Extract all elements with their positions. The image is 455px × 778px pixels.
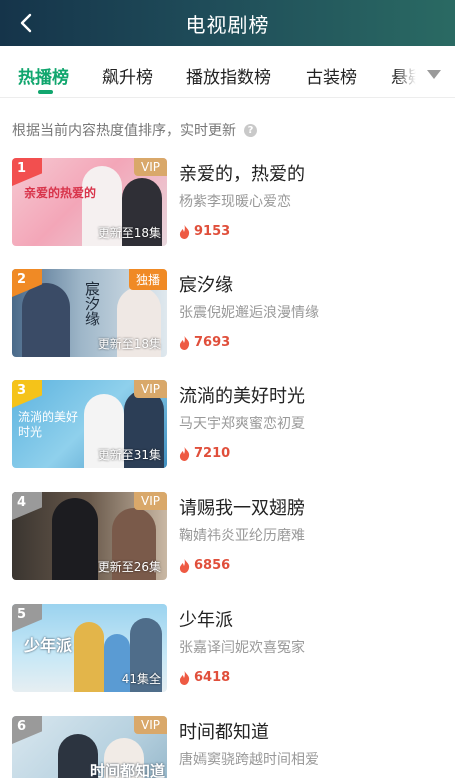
poster-title-art: 少年派 xyxy=(24,636,73,655)
top-bar: 电视剧榜 xyxy=(0,0,455,46)
tab-costume[interactable]: 古装榜 xyxy=(306,63,357,88)
rank-number: 3 xyxy=(17,383,27,398)
flame-icon xyxy=(179,224,190,239)
tab-rising[interactable]: 飙升榜 xyxy=(102,63,153,88)
rank-badge: 3 xyxy=(12,380,42,408)
show-description: 杨紫李现暖心爱恋 xyxy=(179,194,291,210)
poster-title-art: 亲爱的热爱的 xyxy=(24,186,97,200)
active-tab-indicator xyxy=(38,90,53,94)
tab-hot[interactable]: 热播榜 xyxy=(18,63,69,88)
show-title[interactable]: 流淌的美好时光 xyxy=(179,382,305,408)
rank-badge: 5 xyxy=(12,604,42,632)
flame-icon xyxy=(179,670,190,685)
episode-status: 更新至18集 xyxy=(97,226,161,240)
vip-badge: VIP xyxy=(134,716,167,734)
episode-status: 41集全 xyxy=(121,672,161,686)
flame-icon xyxy=(179,558,190,573)
poster-title-art: 流淌的美好时光 xyxy=(18,410,79,439)
rank-number: 2 xyxy=(17,272,27,287)
show-description: 马天宇郑爽蜜恋初夏 xyxy=(179,416,305,432)
chevron-down-icon[interactable] xyxy=(424,64,444,84)
list-item[interactable]: 少年派 5 41集全 少年派 张嘉译闫妮欢喜冤家 6418 xyxy=(12,604,443,694)
poster-title-art: 时间都知道 xyxy=(90,762,166,778)
heat-score: 6418 xyxy=(179,670,230,685)
list-item[interactable]: 宸汐缘 2 独播 更新至18集 宸汐缘 张震倪妮邂逅浪漫情缘 7693 xyxy=(12,269,443,359)
heat-score: 9153 xyxy=(179,224,230,239)
ranking-description: 根据当前内容热度值排序，实时更新 ? xyxy=(12,120,257,140)
show-title[interactable]: 亲爱的，热爱的 xyxy=(179,160,305,186)
vip-badge: VIP xyxy=(134,380,167,398)
list-item[interactable]: 亲爱的热爱的 1 VIP 更新至18集 亲爱的，热爱的 杨紫李现暖心爱恋 915… xyxy=(12,158,443,248)
show-title[interactable]: 时间都知道 xyxy=(179,718,269,744)
episode-status: 更新至26集 xyxy=(97,560,161,574)
back-icon[interactable] xyxy=(10,7,42,39)
rank-number: 1 xyxy=(17,161,27,176)
show-title[interactable]: 少年派 xyxy=(179,606,233,632)
flame-icon xyxy=(179,335,190,350)
show-title[interactable]: 请赐我一双翅膀 xyxy=(179,494,305,520)
episode-status: 更新至18集 xyxy=(97,337,161,351)
rank-number: 5 xyxy=(17,607,27,622)
exclusive-badge: 独播 xyxy=(128,269,167,290)
heat-value: 6418 xyxy=(194,670,231,685)
category-tabs: 热播榜 飙升榜 播放指数榜 古装榜 悬疑 xyxy=(0,46,455,98)
heat-value: 7693 xyxy=(194,335,231,350)
heat-score: 6856 xyxy=(179,558,230,573)
page-title: 电视剧榜 xyxy=(185,12,270,37)
ranking-description-text: 根据当前内容热度值排序，实时更新 xyxy=(12,123,236,139)
list-item[interactable]: 流淌的美好时光 3 VIP 更新至31集 流淌的美好时光 马天宇郑爽蜜恋初夏 7… xyxy=(12,380,443,470)
flame-icon xyxy=(179,446,190,461)
show-description: 张震倪妮邂逅浪漫情缘 xyxy=(179,305,319,321)
heat-value: 6856 xyxy=(194,558,231,573)
poster-image[interactable]: 少年派 5 41集全 xyxy=(12,604,167,692)
list-item[interactable]: 时间都知道 6 VIP 时间都知道 唐嫣窦骁跨越时间相爱 xyxy=(12,716,443,778)
heat-value: 9153 xyxy=(194,224,231,239)
poster-title-art: 宸汐缘 xyxy=(83,281,101,326)
poster-image[interactable]: 亲爱的热爱的 1 VIP 更新至18集 xyxy=(12,158,167,246)
vip-badge: VIP xyxy=(134,158,167,176)
rank-badge: 4 xyxy=(12,492,42,520)
heat-score: 7210 xyxy=(179,446,230,461)
tab-play-index[interactable]: 播放指数榜 xyxy=(186,63,271,88)
vip-badge: VIP xyxy=(134,492,167,510)
question-icon[interactable]: ? xyxy=(244,123,257,137)
rank-badge: 6 xyxy=(12,716,42,744)
episode-status: 更新至31集 xyxy=(97,448,161,462)
show-description: 唐嫣窦骁跨越时间相爱 xyxy=(179,752,319,768)
list-item[interactable]: 4 VIP 更新至26集 请赐我一双翅膀 鞠婧祎炎亚纶历磨难 6856 xyxy=(12,492,443,582)
poster-image[interactable]: 宸汐缘 2 独播 更新至18集 xyxy=(12,269,167,357)
poster-image[interactable]: 流淌的美好时光 3 VIP 更新至31集 xyxy=(12,380,167,468)
rank-number: 6 xyxy=(17,719,27,734)
heat-value: 7210 xyxy=(194,446,231,461)
show-title[interactable]: 宸汐缘 xyxy=(179,271,233,297)
rank-badge: 1 xyxy=(12,158,42,186)
heat-score: 7693 xyxy=(179,335,230,350)
show-description: 鞠婧祎炎亚纶历磨难 xyxy=(179,528,305,544)
poster-image[interactable]: 4 VIP 更新至26集 xyxy=(12,492,167,580)
poster-image[interactable]: 时间都知道 6 VIP xyxy=(12,716,167,778)
rank-number: 4 xyxy=(17,495,27,510)
show-description: 张嘉译闫妮欢喜冤家 xyxy=(179,640,305,656)
